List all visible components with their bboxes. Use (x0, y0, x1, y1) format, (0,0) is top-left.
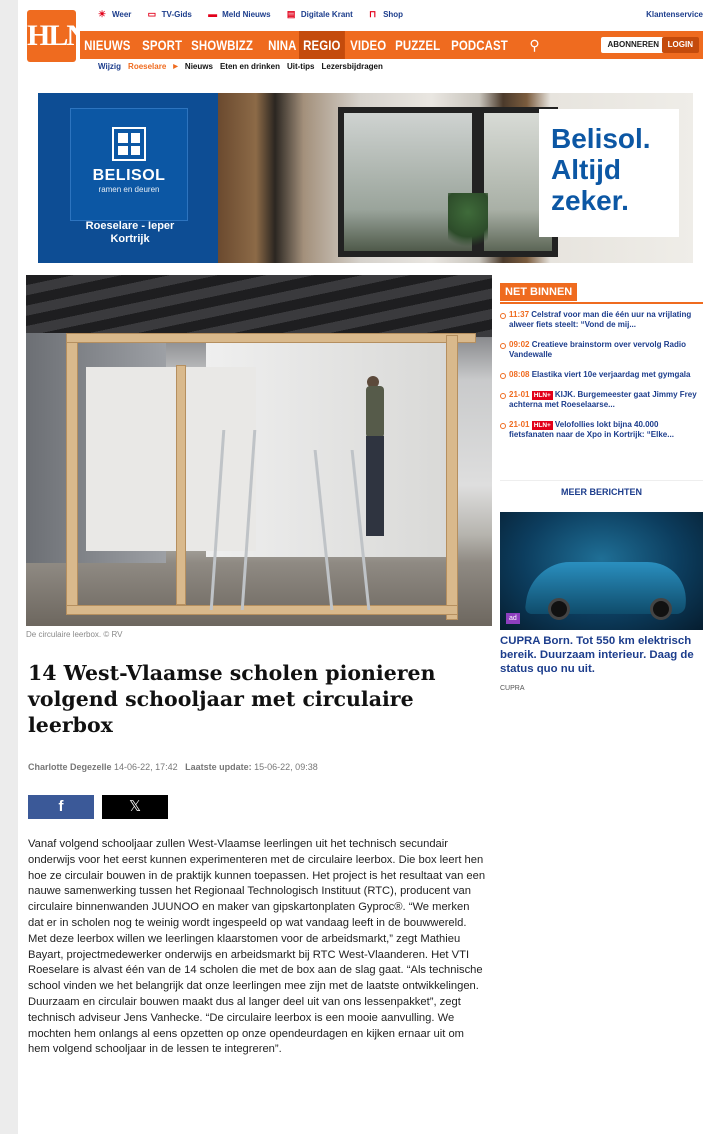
hln-plus-badge: HLN+ (531, 421, 553, 430)
nav-showbizz[interactable]: SHOWBIZZ (187, 31, 257, 59)
facebook-icon: f (58, 798, 64, 815)
worker-figure (360, 376, 390, 546)
edit-region-link[interactable]: Wijzig (98, 62, 121, 71)
nav-podcast[interactable]: PODCAST (447, 31, 512, 59)
utility-label: Digitale Krant (300, 10, 353, 19)
news-text: Creatieve brainstorm over vervolg Radio … (509, 340, 686, 359)
article-hero-image (26, 275, 492, 626)
belisol-logo: BELISOL ramen en deuren (70, 108, 188, 221)
nav-nina[interactable]: NINA (264, 31, 301, 59)
share-x-button[interactable]: 𝕏 (102, 795, 168, 819)
utility-meld-nieuws[interactable]: ▬ Meld Nieuws (208, 9, 271, 20)
publish-date: 14-06-22, 17:42 (114, 762, 178, 772)
share-facebook-button[interactable]: f (28, 795, 94, 819)
weather-icon: ☀ (98, 9, 107, 19)
net-binnen-title: NET BINNEN (500, 283, 578, 301)
x-icon: 𝕏 (128, 798, 142, 815)
wood-beam (66, 333, 476, 343)
cart-icon: ⊓ (369, 9, 377, 19)
hln-plus-badge: HLN+ (531, 391, 553, 400)
search-icon[interactable]: ⚲ (529, 37, 539, 54)
wood-beam (446, 335, 458, 620)
tv-icon: ▭ (147, 9, 157, 19)
wood-beam (66, 335, 78, 615)
sub-nav: Wijzig Roeselare ▶ Nieuws Eten en drinke… (98, 62, 383, 71)
author[interactable]: Charlotte Degezelle (28, 762, 112, 772)
window-logo-icon (112, 127, 146, 161)
subscribe-button[interactable]: ABONNEREN (601, 37, 665, 53)
nav-sport[interactable]: SPORT (138, 31, 186, 59)
newspaper-icon: ▤ (286, 9, 296, 19)
nav-video[interactable]: VIDEO (346, 31, 390, 59)
slogan-line: Belisol. (551, 123, 651, 154)
news-time: 09:02 (509, 340, 530, 349)
customer-service-link[interactable]: Klantenservice (646, 10, 703, 19)
image-caption: De circulaire leerbox. © RV (26, 630, 123, 639)
belisol-banner-ad[interactable]: BELISOL ramen en deuren Roeselare - Iepe… (38, 93, 693, 263)
news-time: 11:37 (509, 310, 530, 319)
news-item[interactable]: 21-01 HLN+ KIJK. Burgemeester gaat Jimmy … (500, 390, 703, 410)
article-title: 14 West-Vlaamse scholen pionieren volgen… (28, 661, 436, 737)
subnav-uit-tips[interactable]: Uit-tips (287, 62, 315, 71)
utility-label: Shop (383, 10, 404, 19)
news-time: 21-01 (509, 420, 530, 429)
news-item[interactable]: 08:08 Elastika viert 10e verjaardag met … (500, 370, 703, 380)
news-text: Celstraf voor man die één uur na vrijlat… (509, 310, 692, 329)
news-item[interactable]: 09:02 Creatieve brainstorm over vervolg … (500, 340, 703, 360)
nav-puzzel[interactable]: PUZZEL (391, 31, 444, 59)
utility-shop[interactable]: ⊓ Shop (369, 9, 404, 20)
report-icon: ▬ (208, 9, 218, 19)
banner-slogan: Belisol. Altijd zeker. (539, 109, 679, 237)
subnav-lezersbijdragen[interactable]: Lezersbijdragen (322, 62, 383, 71)
utility-digitale-krant[interactable]: ▤ Digitale Krant (286, 9, 353, 20)
region-city[interactable]: Roeselare (128, 62, 166, 71)
utility-label: TV-Gids (161, 10, 192, 19)
banner-location: Roeselare - Ieper Kortrijk (85, 220, 175, 245)
wheel (548, 598, 570, 620)
nav-regio[interactable]: REGIO (299, 31, 346, 59)
arrow-right-icon: ▶ (173, 64, 178, 70)
cupra-ad-image[interactable]: ad (500, 512, 703, 630)
wheel (650, 598, 672, 620)
hero-ceiling (26, 275, 492, 337)
news-time: 08:08 (509, 370, 530, 379)
banner-tagline: ramen en deuren (98, 185, 160, 194)
utility-weer[interactable]: ☀ Weer (98, 9, 132, 20)
update-date: 15-06-22, 09:38 (254, 762, 318, 772)
cupra-ad-text[interactable]: CUPRA Born. Tot 550 km elektrisch bereik… (500, 634, 703, 676)
subnav-nieuws[interactable]: Nieuws (185, 62, 213, 71)
nav-nieuws[interactable]: NIEUWS (80, 31, 135, 59)
wood-beam (176, 365, 186, 605)
cupra-ad-source: CUPRA (500, 685, 525, 692)
banner-brand: BELISOL (92, 167, 166, 184)
news-time: 21-01 (509, 390, 530, 399)
news-text: Elastika viert 10e verjaardag met gymgal… (531, 370, 691, 379)
hln-logo[interactable]: HLN (27, 10, 88, 62)
page: HLN ☀ Weer ▭ TV-Gids ▬ Meld Nieuws ▤ Digital… (18, 0, 703, 1134)
slogan-line: Altijd (551, 154, 621, 185)
byline: Charlotte Degezelle 14-06-22, 17:42 Laat… (28, 762, 318, 772)
ad-badge: ad (506, 613, 520, 624)
utility-label: Weer (112, 10, 132, 19)
news-item[interactable]: 21-01 HLN+ Velofollies lokt bijna 40.000 … (500, 420, 703, 440)
slogan-line: zeker. (551, 185, 629, 216)
update-label: Laatste update: (185, 762, 252, 772)
wood-beam (66, 605, 458, 615)
divider (500, 302, 703, 304)
utility-tvgids[interactable]: ▭ TV-Gids (147, 9, 192, 20)
utility-label: Meld Nieuws (222, 10, 271, 19)
more-news-link[interactable]: MEER BERICHTEN (500, 480, 703, 502)
news-list: 11:37 Celstraf voor man die één uur na v… (500, 310, 703, 450)
news-item[interactable]: 11:37 Celstraf voor man die één uur na v… (500, 310, 703, 330)
utility-bar: ☀ Weer ▭ TV-Gids ▬ Meld Nieuws ▤ Digitale Kr… (98, 10, 703, 26)
main-nav: NIEUWS SPORT SHOWBIZZ NINA REGIO VIDEO P… (80, 31, 703, 59)
banner-plant (448, 193, 488, 257)
login-button[interactable]: LOGIN (661, 37, 699, 53)
article-body: Vanaf volgend schooljaar zullen West-Vla… (28, 838, 486, 1056)
subnav-eten-drinken[interactable]: Eten en drinken (220, 62, 280, 71)
